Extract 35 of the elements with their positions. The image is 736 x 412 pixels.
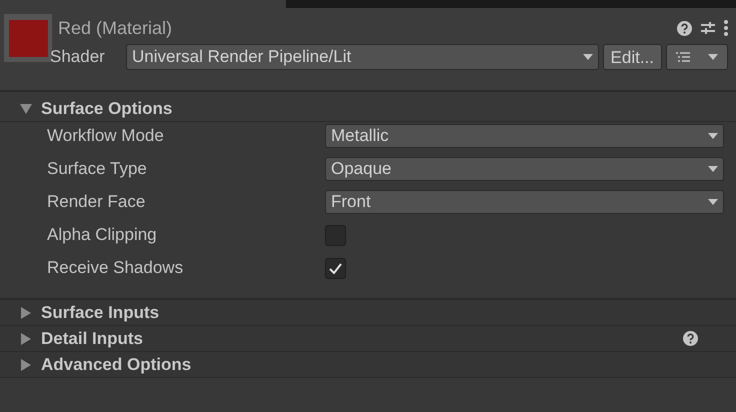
collapsed-triangle-icon [20,306,32,318]
property-label: Workflow Mode [47,125,165,148]
list-dropdown-button[interactable] [666,44,728,70]
property-label: Alpha Clipping [47,224,158,246]
section-title: Detail Inputs [41,328,144,350]
expanded-triangle-icon [20,102,32,114]
more-icon[interactable] [724,20,728,36]
list-icon [676,52,690,62]
property-label: Receive Shadows [47,257,184,280]
checkbox[interactable] [325,224,346,246]
section-title: Surface Inputs [41,302,160,324]
collapsed-triangle-icon [20,332,32,344]
edit-button[interactable]: Edit... [602,44,662,70]
shader-label: Shader [50,46,106,68]
material-swatch [8,20,48,56]
property-dropdown[interactable]: Opaque [325,157,724,181]
caret-icon [708,54,718,60]
property-dropdown[interactable]: Front [325,190,724,214]
caret-icon [708,199,718,205]
caret-icon [582,54,593,60]
help-icon[interactable] [683,331,698,346]
material-title: Red (Material) [57,16,174,40]
section-title: Advanced Options [41,354,192,376]
check-icon [329,262,342,274]
caret-icon [708,166,718,172]
property-dropdown[interactable]: Metallic [325,124,724,148]
checkbox[interactable] [325,258,346,278]
caret-icon [708,133,718,139]
help-icon[interactable] [677,20,692,36]
sliders-icon[interactable] [700,20,716,36]
property-label: Render Face [47,191,146,214]
shader-dropdown[interactable]: Universal Render Pipeline/Lit [126,44,599,70]
property-label: Surface Type [47,158,148,180]
collapsed-triangle-icon [20,358,32,370]
section-title: Surface Options [41,98,174,120]
